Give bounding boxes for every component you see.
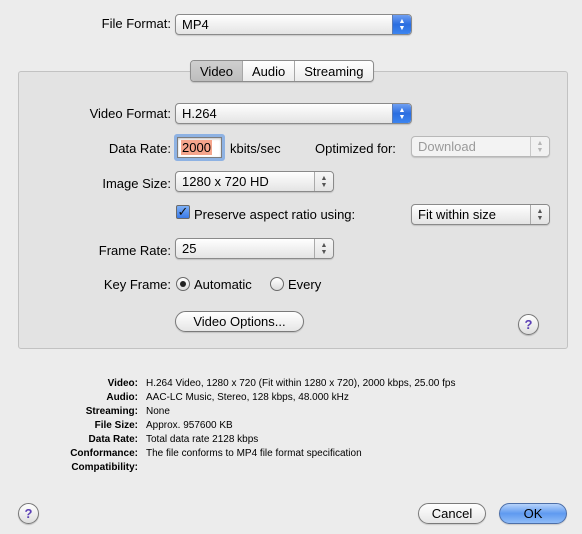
image-size-label: Image Size: [102,176,171,191]
summary-key-video: Video: [107,378,138,389]
updown-arrows-icon: ▲ ▼ [314,239,333,258]
summary-value-data-rate: Total data rate 2128 kbps [146,434,259,445]
image-size-value: 1280 x 720 HD [182,174,269,189]
data-rate-value: 2000 [181,140,212,155]
preserve-aspect-label: Preserve aspect ratio using: [194,207,356,222]
data-rate-unit: kbits/sec [230,141,281,156]
updown-arrows-icon: ▲ ▼ [392,104,411,123]
image-size-popup[interactable]: 1280 x 720 HD ▲ ▼ [175,171,334,192]
key-frame-automatic-label: Automatic [194,277,252,292]
file-format-popup[interactable]: MP4 ▲ ▼ [175,14,412,35]
video-options-button[interactable]: Video Options... [175,311,304,332]
summary-value-streaming: None [146,406,170,417]
fit-within-popup[interactable]: Fit within size ▲ ▼ [411,204,550,225]
data-rate-label: Data Rate: [108,141,171,156]
data-rate-field[interactable]: 2000 [177,137,222,158]
tab-audio[interactable]: Audio [243,61,296,81]
summary-key-compatibility: Compatibility: [71,462,138,473]
summary-key-streaming: Streaming: [85,406,138,417]
updown-arrows-icon: ▲ ▼ [530,137,549,156]
file-format-value: MP4 [182,17,209,32]
summary-value-conformance: The file conforms to MP4 file format spe… [146,448,362,459]
ok-button[interactable]: OK [499,503,567,524]
summary-key-audio: Audio: [106,392,138,403]
key-frame-label: Key Frame: [103,277,171,292]
help-button[interactable]: ? [18,503,39,524]
frame-rate-label: Frame Rate: [98,243,171,258]
summary-value-video: H.264 Video, 1280 x 720 (Fit within 1280… [146,378,456,389]
tab-streaming[interactable]: Streaming [295,61,372,81]
summary-key-conformance: Conformance: [70,448,138,459]
key-frame-automatic-radio[interactable] [176,277,190,291]
video-format-value: H.264 [182,106,217,121]
optimized-for-value: Download [418,139,476,154]
file-format-label: File Format: [101,16,171,31]
checkmark-icon: ✓ [177,204,189,219]
key-frame-every-label: Every [288,277,322,292]
tab-bar: Video Audio Streaming [190,60,374,82]
frame-rate-popup[interactable]: 25 ▲ ▼ [175,238,334,259]
summary-key-file-size: File Size: [94,420,138,431]
updown-arrows-icon: ▲ ▼ [314,172,333,191]
summary-key-data-rate: Data Rate: [88,434,138,445]
video-format-popup[interactable]: H.264 ▲ ▼ [175,103,412,124]
tab-video[interactable]: Video [191,61,244,81]
optimized-for-popup[interactable]: Download ▲ ▼ [411,136,550,157]
preserve-aspect-checkbox[interactable]: ✓ [176,205,190,219]
key-frame-every-radio[interactable] [270,277,284,291]
frame-rate-value: 25 [182,241,197,256]
updown-arrows-icon: ▲ ▼ [392,15,411,34]
fit-within-value: Fit within size [418,207,497,222]
video-format-label: Video Format: [89,106,171,121]
cancel-button[interactable]: Cancel [418,503,486,524]
summary-value-audio: AAC-LC Music, Stereo, 128 kbps, 48.000 k… [146,392,349,403]
panel-help-button[interactable]: ? [518,314,539,335]
summary-value-file-size: Approx. 957600 KB [146,420,233,431]
optimized-for-label: Optimized for: [315,141,396,156]
updown-arrows-icon: ▲ ▼ [530,205,549,224]
